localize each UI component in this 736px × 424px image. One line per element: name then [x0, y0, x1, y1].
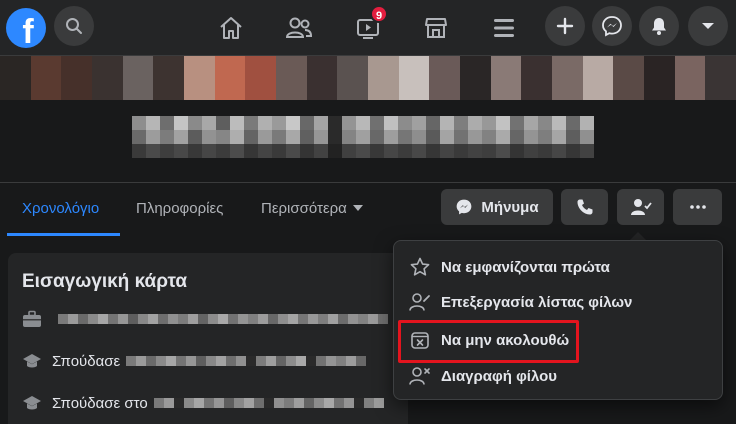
- intro-work-row: [22, 309, 388, 329]
- graduation-cap-icon: [22, 351, 42, 371]
- active-tab-indicator: [7, 233, 120, 236]
- plus-icon: [556, 17, 574, 35]
- tab-timeline[interactable]: Χρονολόγιο: [22, 200, 99, 217]
- create-button[interactable]: [545, 6, 585, 46]
- message-button-label: Μήνυμα: [481, 198, 539, 216]
- menu-icon: [494, 19, 514, 37]
- menu-item-edit-friend-lists[interactable]: Επεξεργασία λίστας φίλων: [409, 291, 632, 313]
- call-button[interactable]: [561, 189, 608, 225]
- profile-name: [132, 116, 602, 158]
- education-info-blurred: [126, 356, 367, 366]
- intro-education-row: Σπούδασε: [22, 351, 367, 371]
- more-dots-icon: [689, 205, 706, 209]
- intro-card-title: Εισαγωγική κάρτα: [22, 271, 188, 292]
- account-button[interactable]: [688, 6, 728, 46]
- briefcase-icon: [22, 309, 42, 329]
- menu-item-label: Διαγραφή φίλου: [441, 367, 558, 385]
- tab-more[interactable]: Περισσότερα: [261, 200, 363, 217]
- studied-at-label: Σπούδασε στο: [52, 394, 148, 412]
- school-info-blurred: [153, 398, 384, 408]
- menu-item-unfriend[interactable]: Διαγραφή φίλου: [409, 365, 557, 387]
- home-button[interactable]: [211, 8, 251, 48]
- star-outline-icon: [409, 256, 431, 278]
- friend-check-icon: [630, 199, 652, 215]
- graduation-cap-icon: [22, 393, 42, 413]
- caret-down-icon: [352, 205, 363, 211]
- tabs-divider: [0, 182, 736, 183]
- marketplace-button[interactable]: [416, 8, 456, 48]
- remove-friend-icon: [409, 365, 431, 387]
- home-icon: [220, 17, 242, 39]
- notification-badge: 9: [370, 5, 388, 23]
- friends-icon: [285, 17, 313, 38]
- cover-photo: [0, 56, 736, 100]
- friends-status-button[interactable]: [617, 189, 664, 225]
- tab-about[interactable]: Πληροφορίες: [136, 200, 223, 217]
- work-info-blurred: [58, 314, 388, 324]
- messenger-icon: [457, 199, 472, 215]
- chevron-down-icon: [702, 23, 714, 29]
- message-button[interactable]: Μήνυμα: [441, 189, 553, 225]
- messenger-button[interactable]: [592, 6, 632, 46]
- search-icon: [66, 18, 82, 34]
- phone-icon: [577, 199, 592, 215]
- studied-label: Σπούδασε: [52, 352, 121, 370]
- edit-friend-icon: [409, 291, 431, 313]
- marketplace-icon: [425, 18, 447, 38]
- menu-item-see-first[interactable]: Να εμφανίζονται πρώτα: [409, 256, 610, 278]
- watch-button[interactable]: 9: [348, 5, 388, 48]
- search-button[interactable]: [54, 6, 94, 46]
- facebook-logo[interactable]: f: [6, 8, 46, 48]
- messenger-icon: [602, 16, 622, 37]
- more-options-button[interactable]: [673, 189, 722, 225]
- menu-item-label: Να εμφανίζονται πρώτα: [441, 258, 610, 276]
- notifications-button[interactable]: [639, 6, 679, 46]
- notifications-icon: [652, 18, 666, 35]
- menu-button[interactable]: [484, 8, 524, 48]
- top-navigation-bar: f 9: [0, 0, 736, 56]
- unfollow-highlight-box: [398, 320, 579, 363]
- tab-more-label: Περισσότερα: [261, 200, 347, 217]
- friends-button[interactable]: [279, 8, 319, 48]
- menu-item-label: Επεξεργασία λίστας φίλων: [441, 293, 633, 311]
- intro-education-school-row: Σπούδασε στο: [22, 393, 384, 413]
